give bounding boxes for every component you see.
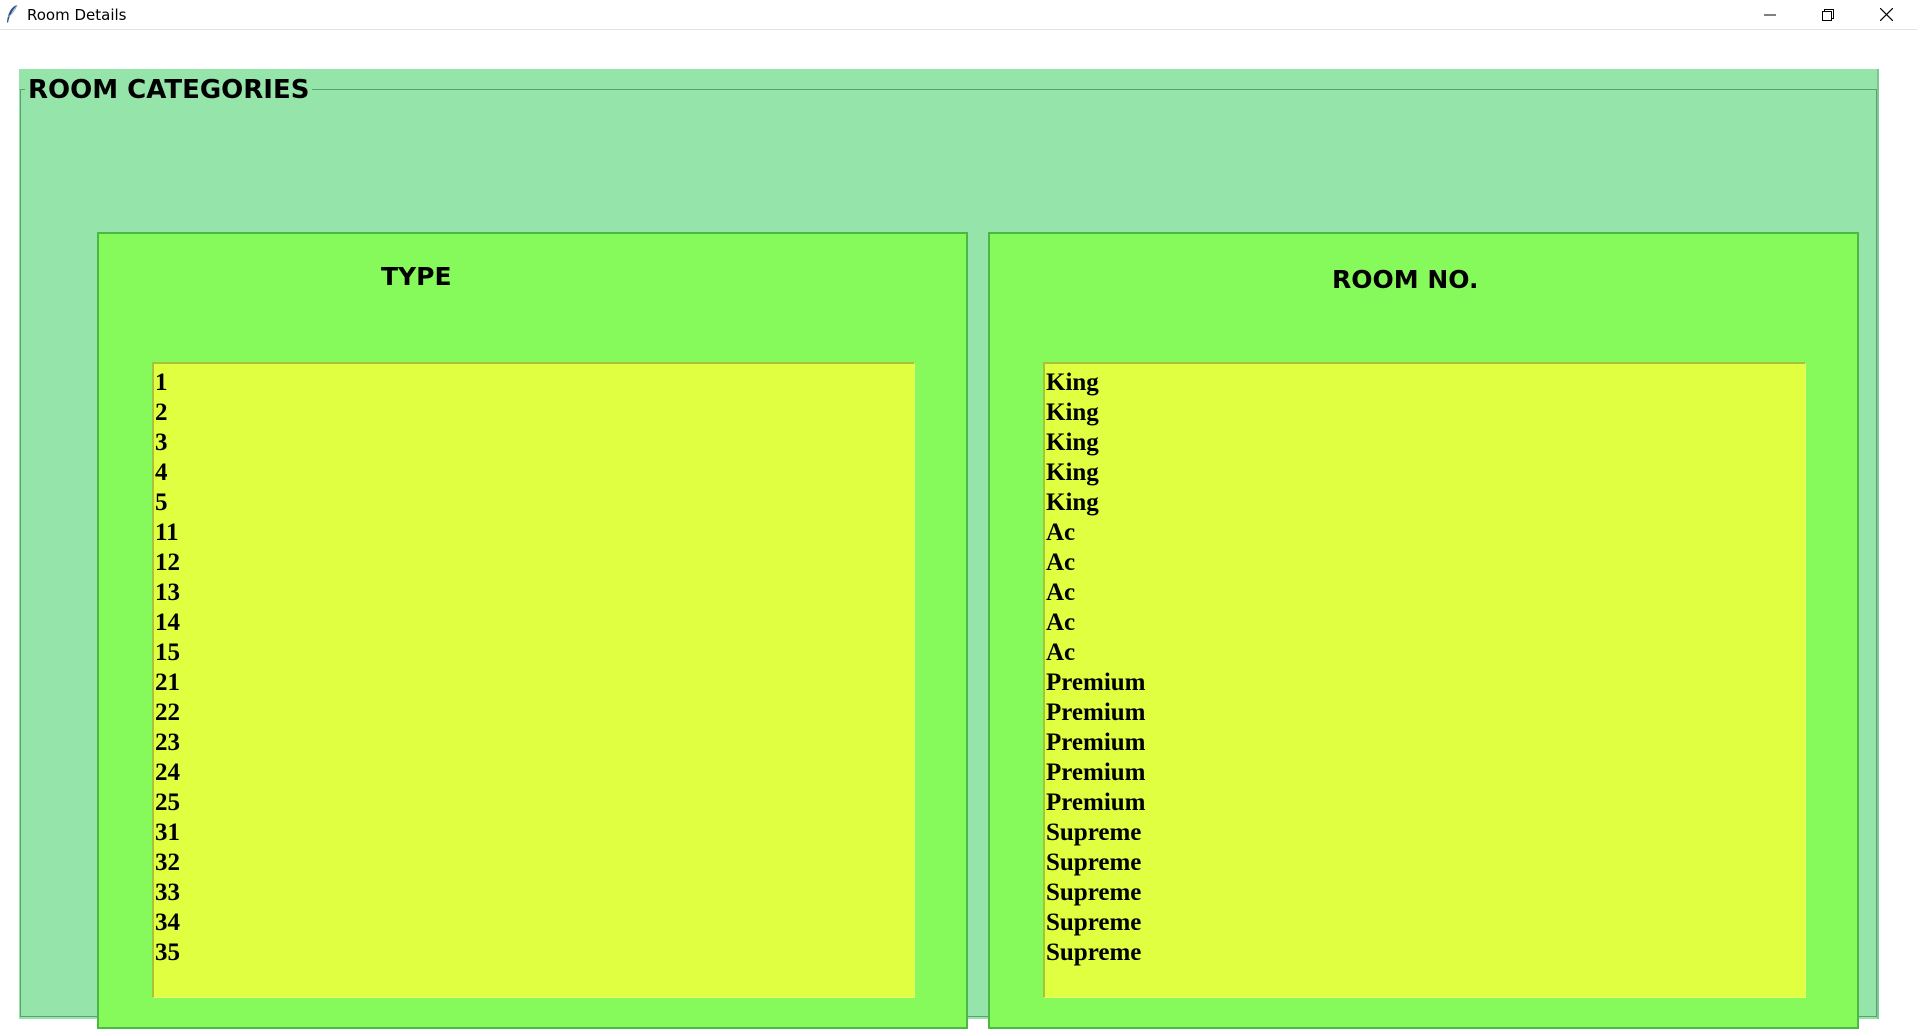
list-item[interactable]: 21 xyxy=(154,668,914,698)
list-item[interactable]: 1 xyxy=(154,368,914,398)
type-heading: TYPE xyxy=(381,262,452,291)
room-no-panel: ROOM NO. King King King King King Ac Ac … xyxy=(988,232,1859,1029)
frame-title: ROOM CATEGORIES xyxy=(25,75,313,105)
room-no-listbox[interactable]: King King King King King Ac Ac Ac Ac Ac … xyxy=(1043,362,1806,998)
list-item[interactable]: Supreme xyxy=(1045,848,1805,878)
close-button[interactable] xyxy=(1857,0,1915,29)
list-item[interactable]: Ac xyxy=(1045,638,1805,668)
type-panel: TYPE 1 2 3 4 5 11 12 13 14 15 21 22 23 2… xyxy=(97,232,968,1029)
list-item[interactable]: Premium xyxy=(1045,698,1805,728)
list-item[interactable]: 12 xyxy=(154,548,914,578)
close-icon xyxy=(1879,8,1893,21)
list-item[interactable]: 34 xyxy=(154,908,914,938)
restore-button[interactable] xyxy=(1799,0,1857,29)
window-title: Room Details xyxy=(27,6,127,24)
list-item[interactable]: 24 xyxy=(154,758,914,788)
list-item[interactable]: Ac xyxy=(1045,608,1805,638)
list-item[interactable]: 2 xyxy=(154,398,914,428)
minimize-button[interactable] xyxy=(1741,0,1799,29)
list-item[interactable]: King xyxy=(1045,428,1805,458)
list-item[interactable]: Supreme xyxy=(1045,818,1805,848)
list-item[interactable]: 23 xyxy=(154,728,914,758)
list-item[interactable]: 35 xyxy=(154,938,914,968)
list-item[interactable]: Ac xyxy=(1045,548,1805,578)
list-item[interactable]: 13 xyxy=(154,578,914,608)
room-no-heading: ROOM NO. xyxy=(1332,265,1479,294)
list-item[interactable]: 33 xyxy=(154,878,914,908)
list-item[interactable]: 11 xyxy=(154,518,914,548)
list-item[interactable]: 25 xyxy=(154,788,914,818)
list-item[interactable]: Supreme xyxy=(1045,878,1805,908)
list-item[interactable]: 5 xyxy=(154,488,914,518)
list-item[interactable]: 15 xyxy=(154,638,914,668)
list-item[interactable]: King xyxy=(1045,488,1805,518)
list-item[interactable]: 14 xyxy=(154,608,914,638)
list-item[interactable]: 4 xyxy=(154,458,914,488)
list-item[interactable]: Premium xyxy=(1045,788,1805,818)
feather-icon xyxy=(7,4,18,23)
list-item[interactable]: Premium xyxy=(1045,668,1805,698)
type-listbox[interactable]: 1 2 3 4 5 11 12 13 14 15 21 22 23 24 25 … xyxy=(152,362,915,998)
list-item[interactable]: Supreme xyxy=(1045,908,1805,938)
list-item[interactable]: King xyxy=(1045,368,1805,398)
list-item[interactable]: Premium xyxy=(1045,728,1805,758)
list-item[interactable]: Premium xyxy=(1045,758,1805,788)
list-item[interactable]: King xyxy=(1045,398,1805,428)
list-item[interactable]: 22 xyxy=(154,698,914,728)
room-categories-frame: ROOM CATEGORIES TYPE 1 2 3 4 5 11 12 13 … xyxy=(19,69,1879,1029)
list-item[interactable]: Ac xyxy=(1045,518,1805,548)
list-item[interactable]: 31 xyxy=(154,818,914,848)
list-item[interactable]: 3 xyxy=(154,428,914,458)
minimize-icon xyxy=(1764,14,1776,15)
list-item[interactable]: Supreme xyxy=(1045,938,1805,968)
list-item[interactable]: Ac xyxy=(1045,578,1805,608)
list-item[interactable]: 32 xyxy=(154,848,914,878)
title-bar: Room Details xyxy=(0,0,1917,30)
list-item[interactable]: King xyxy=(1045,458,1805,488)
restore-icon xyxy=(1822,8,1834,21)
